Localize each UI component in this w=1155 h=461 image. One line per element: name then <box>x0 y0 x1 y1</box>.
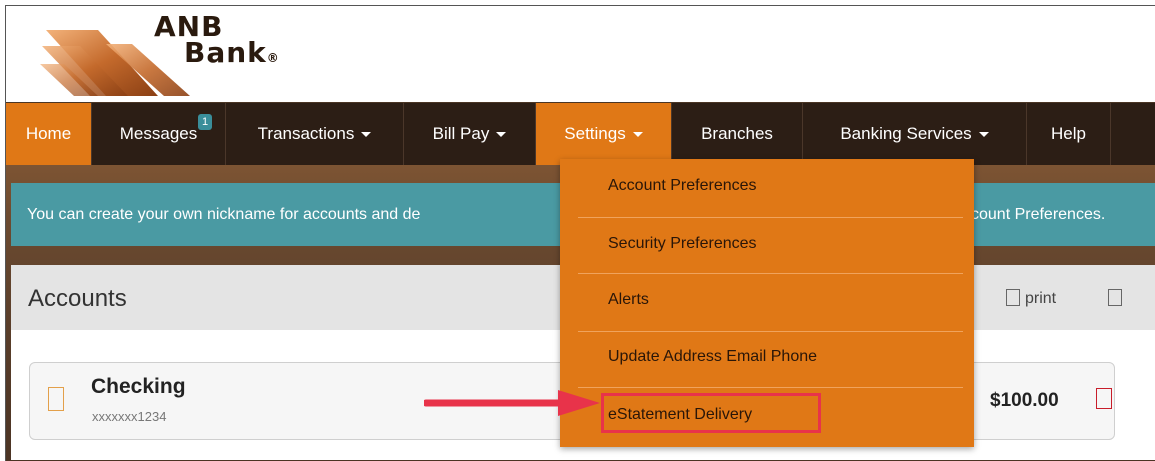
nav-banking-services[interactable]: Banking Services <box>803 103 1027 165</box>
print-link[interactable]: print <box>1025 290 1056 308</box>
options-icon[interactable] <box>1108 289 1122 306</box>
nav-home[interactable]: Home <box>6 103 92 165</box>
nav-settings[interactable]: Settings <box>536 103 672 165</box>
nav-bill-pay-label: Bill Pay <box>432 124 490 143</box>
messages-badge: 1 <box>198 114 212 130</box>
registered-mark: ® <box>266 51 280 65</box>
logo-line-2: Bank® <box>154 39 280 71</box>
callout-arrow-icon <box>424 390 600 416</box>
chevron-down-icon <box>496 131 507 137</box>
nav-settings-label: Settings <box>564 124 626 143</box>
header: ANB Bank® <box>6 6 1155 102</box>
chevron-down-icon <box>361 131 372 137</box>
nav-help-label: Help <box>1051 124 1086 143</box>
callout-highlight-box <box>601 393 821 433</box>
nav-messages-label: Messages <box>119 124 198 143</box>
chevron-down-icon <box>632 131 643 137</box>
alert-text-right: count Preferences. <box>971 206 1106 223</box>
menu-item-label: Update Address Email Phone <box>608 348 818 365</box>
print-icon[interactable] <box>1006 289 1020 306</box>
main-nav: Home Messages 1 Transactions Bill Pay Se… <box>6 103 1155 165</box>
account-name[interactable]: Checking <box>91 375 186 399</box>
menu-item-account-preferences[interactable]: Account Preferences <box>560 159 974 213</box>
nav-bill-pay[interactable]: Bill Pay <box>404 103 536 165</box>
menu-item-security-preferences[interactable]: Security Preferences <box>560 217 974 271</box>
nav-branches-label: Branches <box>701 124 773 143</box>
alert-text-left: You can create your own nickname for acc… <box>27 206 421 223</box>
account-icon <box>48 387 64 411</box>
account-number: xxxxxxx1234 <box>92 409 167 424</box>
menu-item-label: Security Preferences <box>608 235 757 252</box>
nav-messages[interactable]: Messages 1 <box>92 103 226 165</box>
account-balance: $100.00 <box>990 390 1059 411</box>
logo-bank-word: Bank <box>184 36 267 69</box>
nav-home-label: Home <box>25 124 72 143</box>
nav-transactions[interactable]: Transactions <box>226 103 404 165</box>
menu-item-label: Account Preferences <box>608 177 757 194</box>
settings-dropdown-menu: Account Preferences Security Preferences… <box>560 159 974 447</box>
menu-item-update-address[interactable]: Update Address Email Phone <box>560 330 974 384</box>
account-menu-icon[interactable] <box>1096 388 1112 409</box>
nav-help[interactable]: Help <box>1027 103 1111 165</box>
chevron-down-icon <box>978 131 989 137</box>
menu-item-label: Alerts <box>608 291 649 308</box>
nav-banking-services-label: Banking Services <box>840 124 972 143</box>
nav-transactions-label: Transactions <box>257 124 355 143</box>
logo-text: ANB Bank® <box>154 13 280 71</box>
nav-branches[interactable]: Branches <box>672 103 803 165</box>
menu-item-alerts[interactable]: Alerts <box>560 273 974 327</box>
accounts-title: Accounts <box>28 285 127 312</box>
